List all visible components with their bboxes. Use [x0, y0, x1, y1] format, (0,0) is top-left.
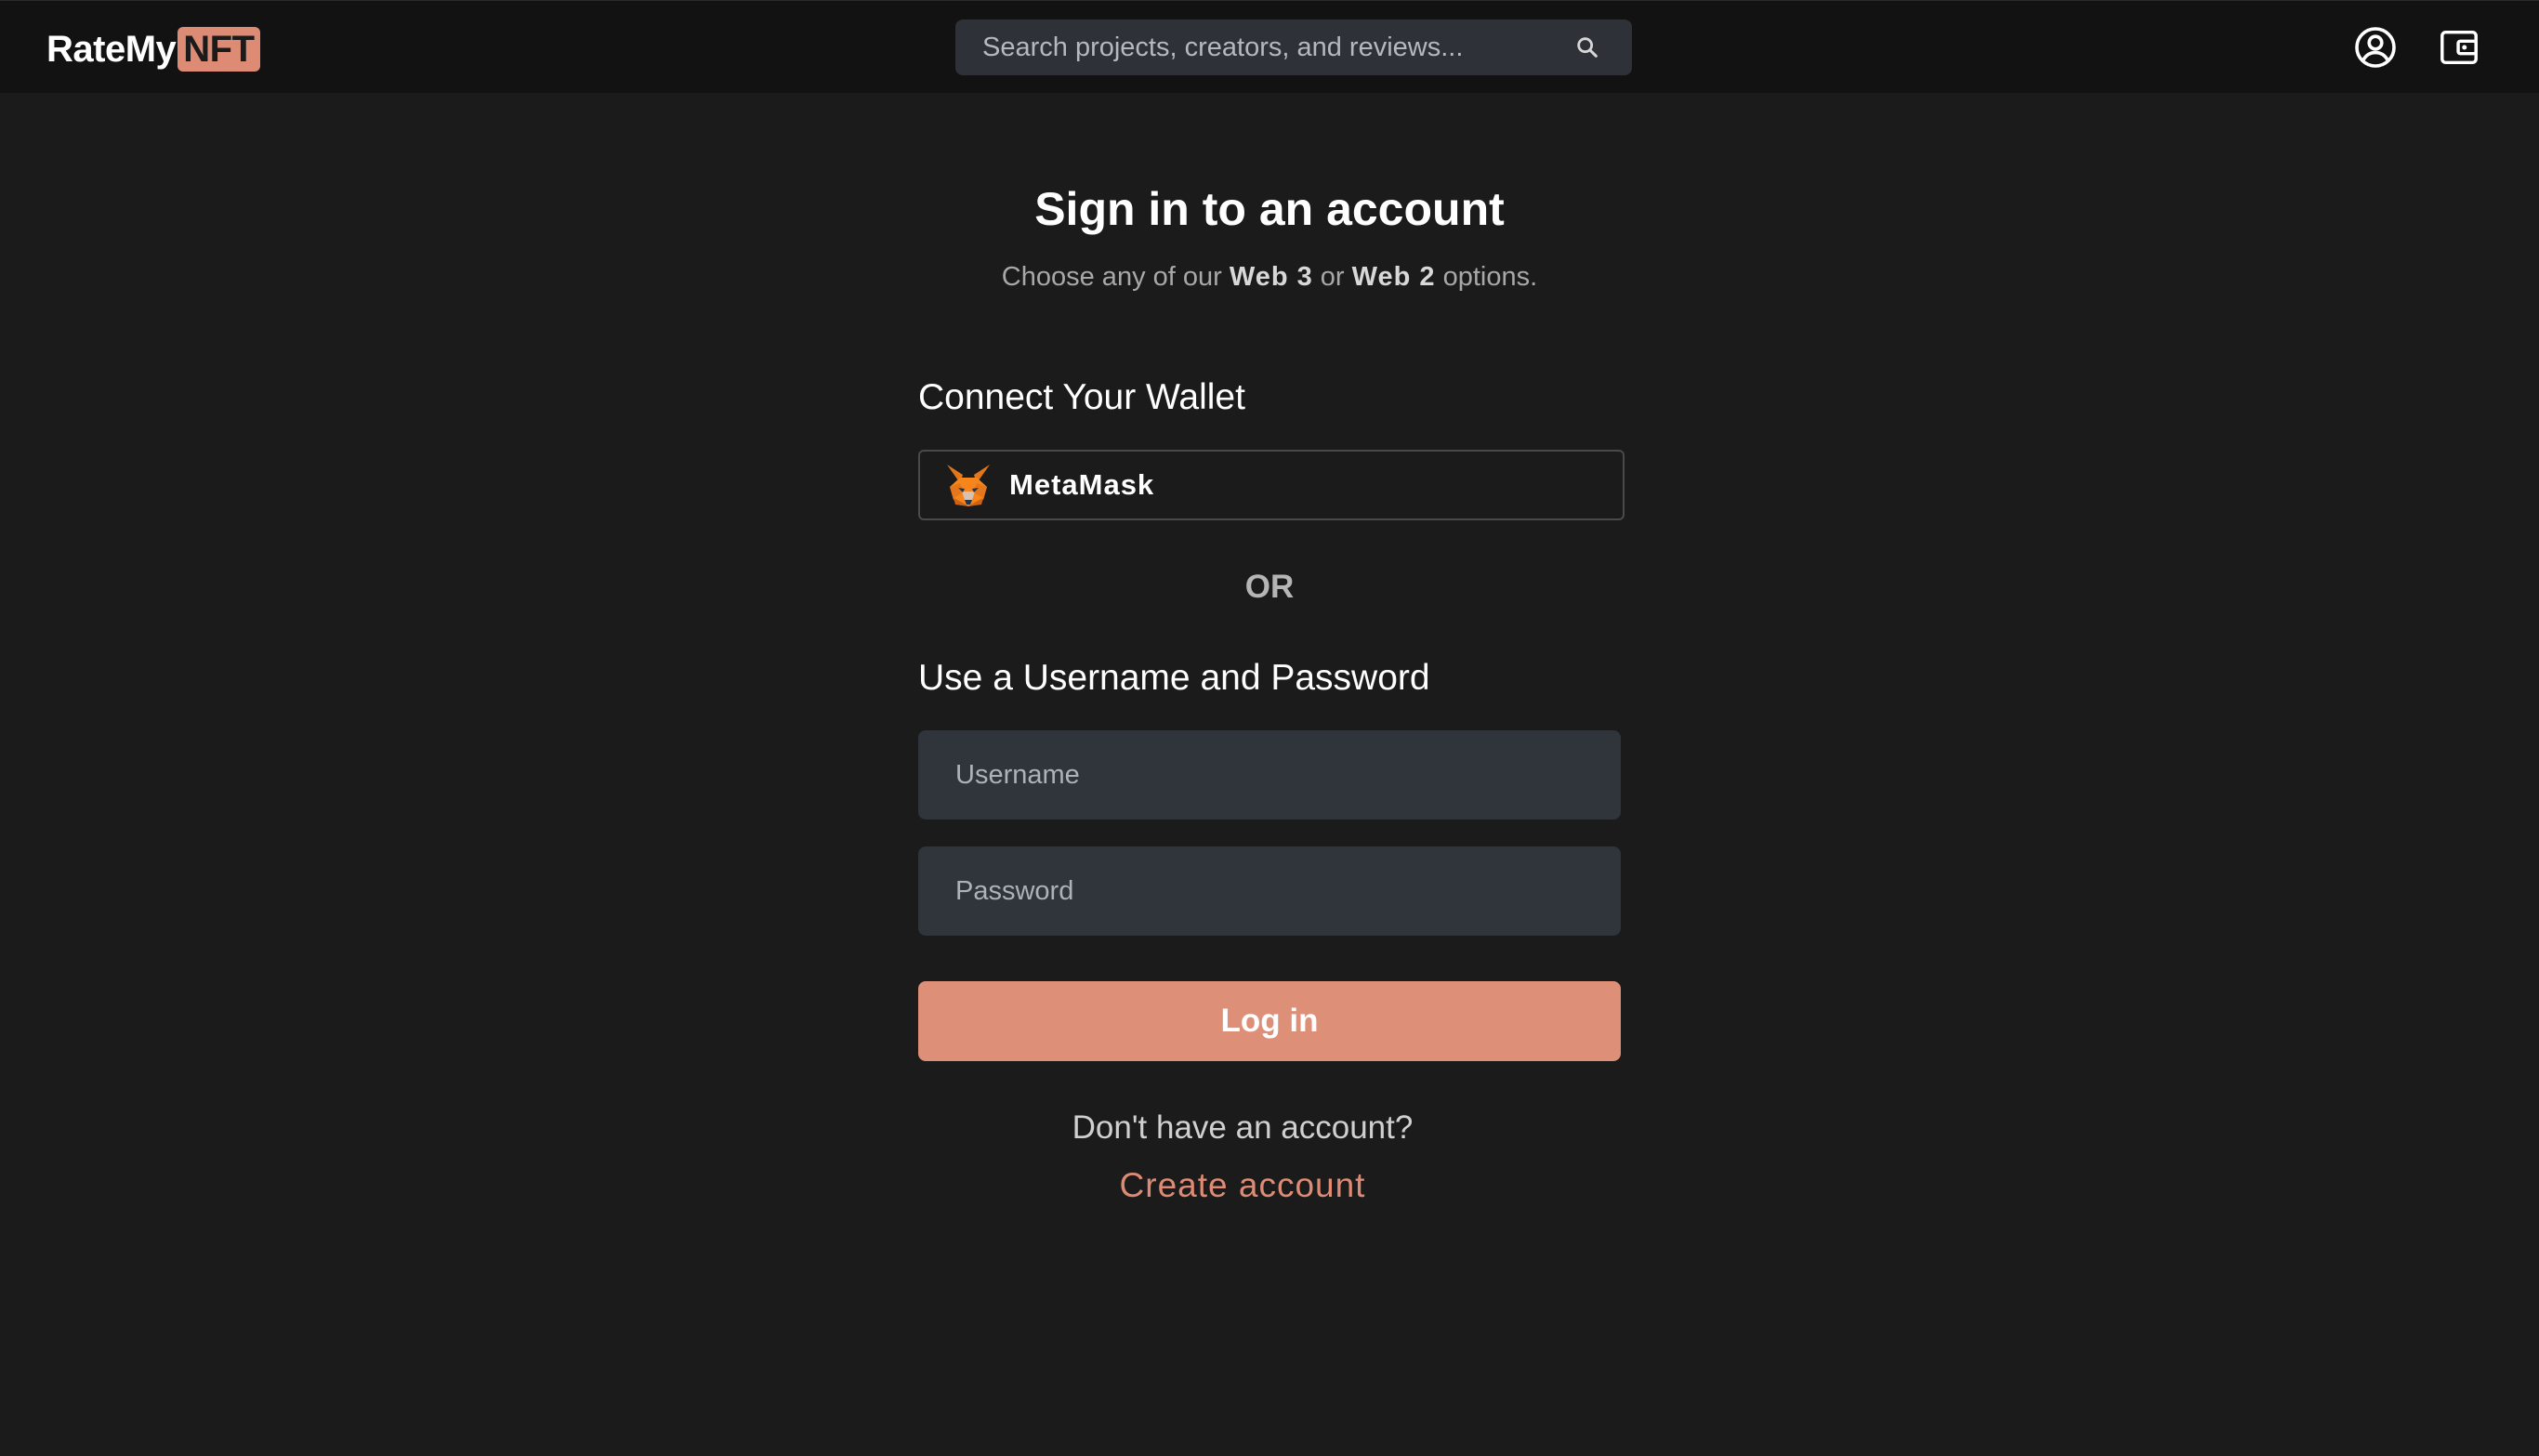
search-input[interactable] [955, 20, 1559, 75]
subtitle-web2: Web 2 [1351, 262, 1436, 292]
wallet-icon [2440, 30, 2478, 65]
user-circle-icon [2355, 27, 2396, 68]
search-bar [955, 20, 1632, 75]
top-navbar: RateMy NFT [0, 0, 2539, 93]
logo-badge: NFT [178, 27, 260, 72]
subtitle-web3: Web 3 [1229, 262, 1313, 292]
metamask-button[interactable]: MetaMask [918, 450, 1625, 520]
search-button[interactable] [1559, 20, 1615, 75]
page-title: Sign in to an account [1034, 183, 1505, 235]
create-account-link[interactable]: Create account [0, 1166, 2485, 1205]
subtitle-suffix: options. [1442, 262, 1538, 292]
search-icon [1577, 37, 1598, 58]
metamask-label: MetaMask [1009, 468, 1155, 501]
metamask-fox-icon [947, 465, 990, 506]
username-field[interactable] [918, 730, 1621, 820]
or-divider: OR [1244, 569, 1295, 605]
wallet-section-label: Connect Your Wallet [918, 377, 1245, 417]
password-field[interactable] [918, 846, 1621, 936]
credentials-section-label: Use a Username and Password [918, 658, 1430, 698]
subtitle-prefix: Choose any of our [1001, 262, 1222, 292]
login-button[interactable]: Log in [918, 981, 1621, 1061]
account-button[interactable] [2351, 23, 2400, 72]
logo[interactable]: RateMy NFT [46, 25, 260, 73]
page-subtitle: Choose any of our Web 3 or Web 2 options… [0, 262, 2539, 293]
no-account-text: Don't have an account? [1072, 1109, 1414, 1146]
wallet-button[interactable] [2435, 23, 2483, 72]
logo-text: RateMy [46, 28, 177, 70]
subtitle-joiner: or [1320, 262, 1345, 292]
